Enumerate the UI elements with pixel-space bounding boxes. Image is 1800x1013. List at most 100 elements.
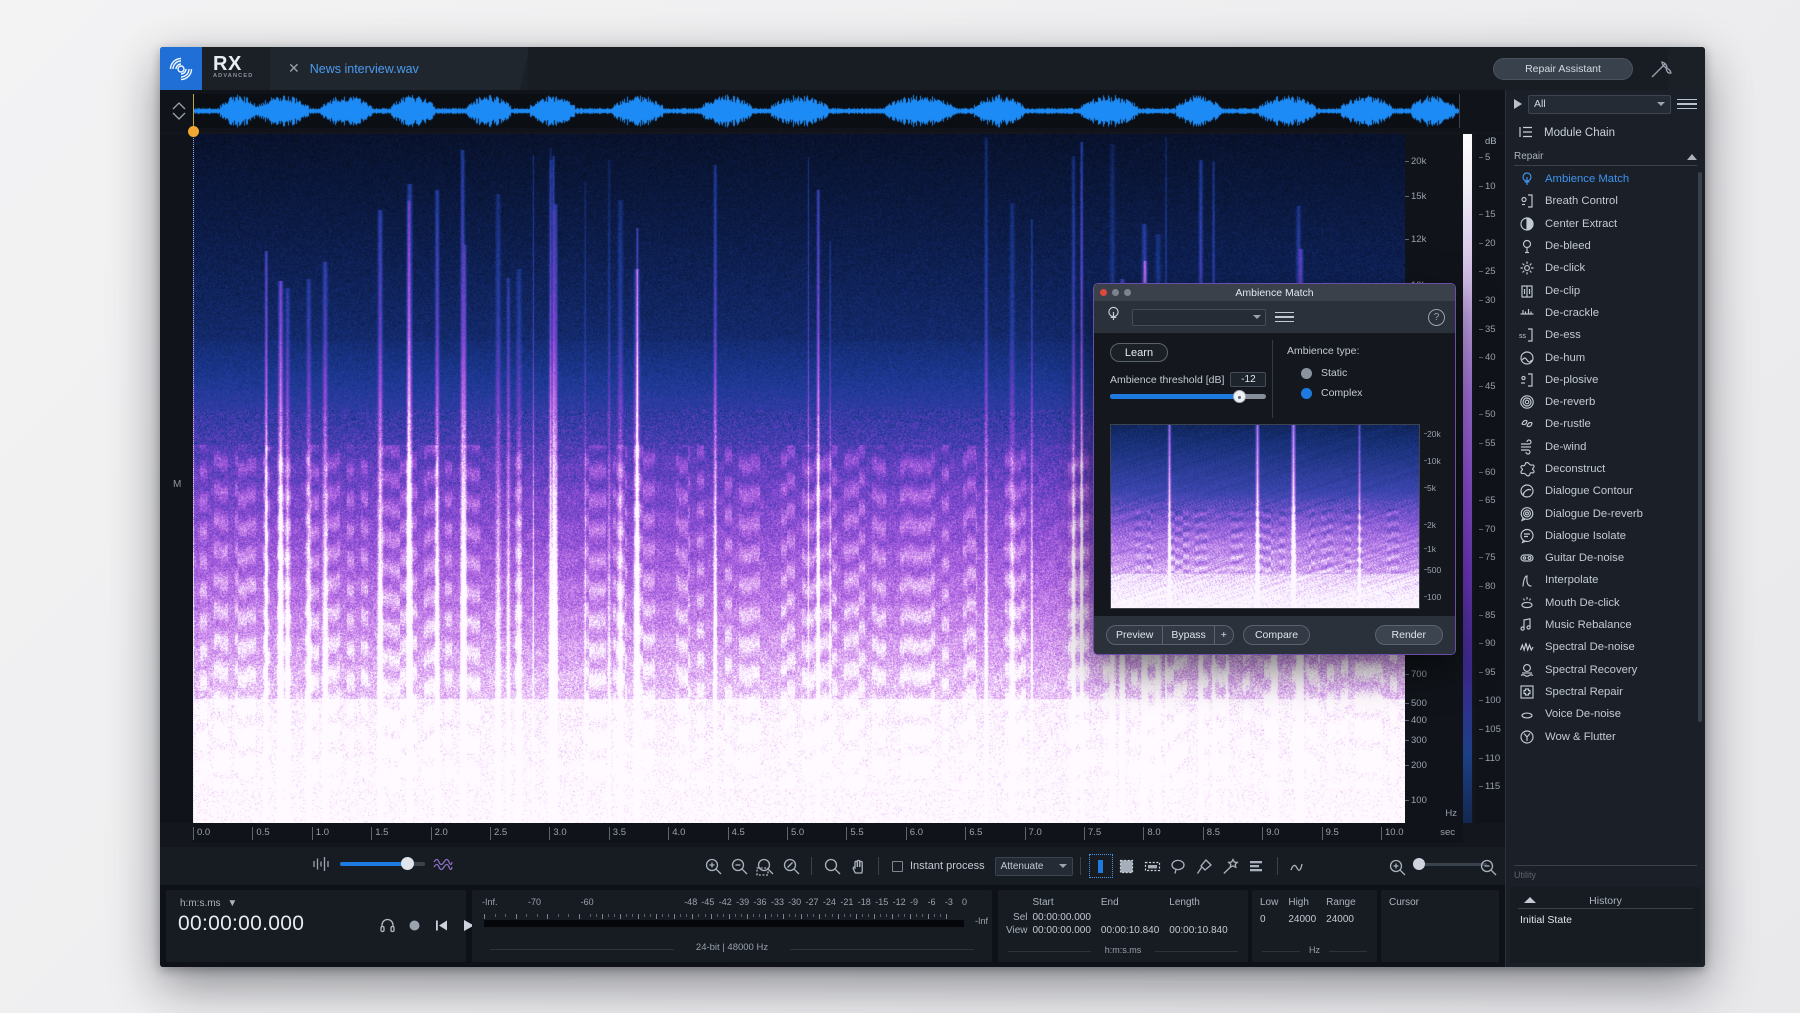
ambience-preview-spectrogram[interactable] (1110, 424, 1420, 609)
compare-button[interactable]: Compare (1243, 625, 1310, 645)
sidebar-item-dialogue-contour[interactable]: Dialogue Contour (1506, 480, 1705, 502)
sidebar-item-de-plosive[interactable]: De-plosive (1506, 369, 1705, 391)
group-header-utility[interactable]: Utility (1514, 865, 1697, 883)
sidebar-item-breath-control[interactable]: Breath Control (1506, 190, 1705, 212)
repair-assistant-button[interactable]: Repair Assistant (1493, 58, 1633, 80)
sidebar-item-wow-flutter[interactable]: Wow & Flutter (1506, 725, 1705, 747)
maximize-icon[interactable] (1124, 289, 1131, 296)
module-filter-select[interactable]: All (1528, 95, 1671, 114)
help-icon[interactable]: ? (1428, 309, 1445, 326)
file-tab[interactable]: ✕ News interview.wav (270, 47, 530, 90)
add-preview-button[interactable]: + (1215, 625, 1234, 645)
sidebar-item-center-extract[interactable]: Center Extract (1506, 213, 1705, 235)
time-selection-icon[interactable] (1088, 853, 1114, 879)
process-mode-select[interactable]: Attenuate (995, 857, 1073, 876)
brush-selection-icon[interactable] (1192, 853, 1218, 879)
zoom-out-icon[interactable] (726, 853, 752, 879)
close-icon[interactable] (1100, 289, 1107, 296)
sidebar-item-music-rebalance[interactable]: Music Rebalance (1506, 614, 1705, 636)
sel-start[interactable]: 00:00:00.000 (1033, 911, 1101, 924)
horizontal-zoom-in-icon[interactable] (1384, 854, 1410, 880)
threshold-value[interactable]: -12 (1230, 372, 1266, 387)
radio-button[interactable] (1301, 368, 1312, 379)
list-item[interactable]: Initial State (1520, 914, 1572, 926)
spectrogram-zoom-knob[interactable] (1413, 858, 1425, 870)
radio-option-static[interactable]: Static (1301, 367, 1347, 379)
sidebar-item-voice-de-noise[interactable]: Voice De-noise (1506, 703, 1705, 725)
sidebar-item-deconstruct[interactable]: Deconstruct (1506, 458, 1705, 480)
rect-selection-icon[interactable] (1114, 853, 1140, 879)
magic-wand-icon[interactable] (1218, 853, 1244, 879)
sidebar-item-dialogue-de-reverb[interactable]: Dialogue De-reverb (1506, 502, 1705, 524)
bypass-button[interactable]: Bypass (1163, 625, 1214, 645)
history-collapse-icon[interactable] (1524, 897, 1536, 903)
view-length[interactable]: 00:00:10.840 (1169, 924, 1237, 937)
sidebar-item-spectral-de-noise[interactable]: Spectral De-noise (1506, 636, 1705, 658)
learn-button[interactable]: Learn (1110, 343, 1168, 362)
channel-expand-icon[interactable] (168, 96, 190, 126)
sidebar-item-de-ess[interactable]: ssDe-ess (1506, 324, 1705, 346)
sidebar-item-ambience-match[interactable]: Ambience Match (1506, 168, 1705, 190)
magnifier-icon[interactable] (819, 853, 845, 879)
sidebar-item-de-bleed[interactable]: De-bleed (1506, 235, 1705, 257)
radio-button-selected[interactable] (1301, 388, 1312, 399)
preview-button[interactable]: Preview (1106, 625, 1163, 645)
sidebar-item-de-crackle[interactable]: De-crackle (1506, 302, 1705, 324)
headphone-icon[interactable] (378, 916, 397, 935)
view-end[interactable]: 00:00:10.840 (1101, 924, 1169, 937)
freq-high[interactable]: 24000 (1288, 913, 1326, 926)
skip-back-icon[interactable] (432, 916, 451, 935)
freq-selection-icon[interactable] (1140, 853, 1166, 879)
history-header[interactable]: History (1518, 893, 1693, 909)
preset-menu-icon[interactable] (1275, 309, 1294, 326)
wave-pen-icon[interactable] (1285, 853, 1311, 879)
sidebar-menu-icon[interactable] (1677, 95, 1697, 114)
sidebar-item-de-hum[interactable]: De-hum (1506, 346, 1705, 368)
threshold-slider-knob[interactable] (1233, 390, 1246, 403)
playhead-handle[interactable] (188, 126, 199, 137)
freq-low[interactable]: 0 (1260, 913, 1288, 926)
dialog-title-bar[interactable]: Ambience Match (1094, 284, 1455, 301)
sidebar-item-de-clip[interactable]: De-clip (1506, 279, 1705, 301)
sidebar-item-mouth-de-click[interactable]: Mouth De-click (1506, 592, 1705, 614)
zoom-to-selection-icon[interactable] (752, 853, 778, 879)
sidebar-item-spectral-recovery[interactable]: Spectral Recovery (1506, 659, 1705, 681)
sel-length[interactable] (1169, 911, 1237, 924)
overview-waveform-panel[interactable] (160, 90, 1505, 132)
view-start[interactable]: 00:00:00.000 (1033, 924, 1101, 937)
sidebar-item-guitar-de-noise[interactable]: Guitar De-noise (1506, 547, 1705, 569)
overview-waveform[interactable] (193, 94, 1460, 128)
sidebar-item-de-click[interactable]: De-click (1506, 257, 1705, 279)
module-list-scrollbar[interactable] (1698, 172, 1702, 722)
render-button[interactable]: Render (1375, 625, 1443, 645)
minimize-icon[interactable] (1112, 289, 1119, 296)
time-format-selector[interactable]: h:m:s.ms ▼ (180, 898, 237, 909)
assistant-wand-icon[interactable] (1649, 59, 1675, 81)
play-chain-icon[interactable] (1514, 99, 1522, 109)
radio-option-complex[interactable]: Complex (1301, 387, 1362, 399)
monitor-speaker-icon[interactable] (310, 853, 332, 875)
sidebar-item-de-rustle[interactable]: De-rustle (1506, 413, 1705, 435)
monitor-gain-knob[interactable] (401, 857, 414, 870)
sidebar-item-module-chain[interactable]: Module Chain (1506, 120, 1705, 146)
horizontal-zoom-out-icon[interactable] (1475, 854, 1501, 880)
timecode-display[interactable]: 00:00:00.000 (178, 912, 304, 936)
close-icon[interactable]: ✕ (288, 60, 300, 77)
freq-range[interactable]: 24000 (1326, 913, 1365, 926)
threshold-slider-track[interactable] (1110, 394, 1266, 399)
multi-resolution-icon[interactable] (1244, 853, 1270, 879)
waveform-toggle-icon[interactable] (432, 853, 454, 875)
lasso-selection-icon[interactable] (1166, 853, 1192, 879)
sidebar-item-interpolate[interactable]: Interpolate (1506, 569, 1705, 591)
sidebar-item-dialogue-isolate[interactable]: Dialogue Isolate (1506, 525, 1705, 547)
zoom-reset-icon[interactable] (778, 853, 804, 879)
hand-icon[interactable] (845, 853, 871, 879)
instant-process-checkbox[interactable] (892, 861, 903, 872)
sidebar-item-de-reverb[interactable]: De-reverb (1506, 391, 1705, 413)
group-header-repair[interactable]: Repair (1514, 148, 1697, 166)
sidebar-item-de-wind[interactable]: De-wind (1506, 436, 1705, 458)
sel-end[interactable] (1101, 911, 1169, 924)
preset-select[interactable] (1132, 309, 1266, 326)
sidebar-item-spectral-repair[interactable]: Spectral Repair (1506, 681, 1705, 703)
record-icon[interactable] (405, 916, 424, 935)
